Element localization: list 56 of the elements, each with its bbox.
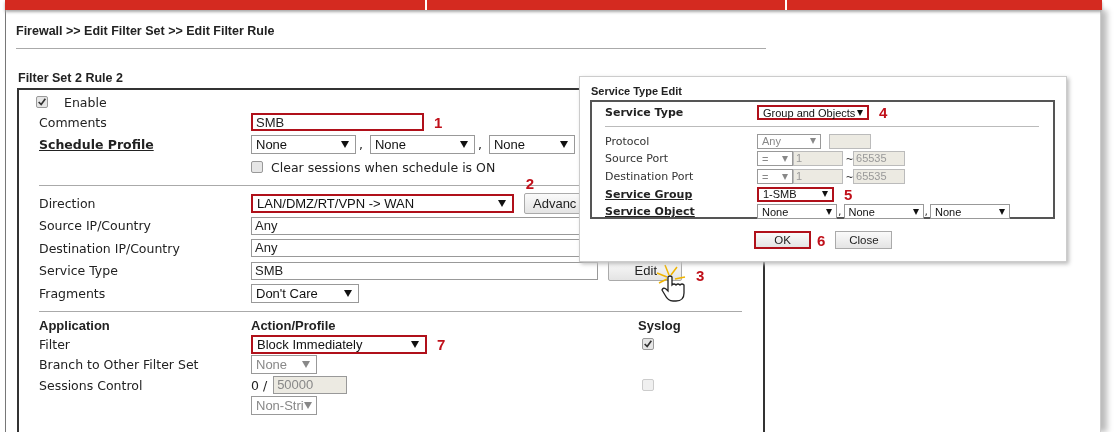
field-label: Protocol (605, 134, 650, 148)
dropdown[interactable]: Don't Care (251, 283, 359, 303)
separator: , (924, 205, 928, 219)
range-separator: ~ (846, 152, 853, 166)
column-header: Action/Profile (251, 318, 337, 334)
dialog-button[interactable]: OK (754, 231, 811, 249)
field-label: Direction (39, 195, 96, 211)
separator: , (478, 137, 482, 153)
field-label: Source Port (605, 152, 669, 166)
separator: , (838, 205, 842, 219)
field-label: Source IP/Country (39, 218, 151, 234)
section-title: Filter Set 2 Rule 2 (18, 71, 124, 85)
column-header: Application (39, 318, 111, 334)
field-label: Service Type (605, 106, 684, 120)
dropdown[interactable]: None (757, 204, 837, 220)
callout-number: 3 (696, 267, 705, 285)
callout-number: 4 (879, 104, 888, 122)
dialog-button[interactable]: Close (835, 231, 893, 249)
input-field[interactable]: SMB (251, 113, 424, 132)
field-label: Sessions Control (39, 377, 143, 393)
callout-number: 1 (434, 113, 443, 131)
separator: , (359, 137, 363, 153)
callout-number: 6 (817, 231, 826, 249)
field-label: Service Type (39, 263, 118, 279)
schedule-link[interactable]: Schedule Profile (39, 137, 154, 153)
field-label: Filter (39, 336, 70, 352)
column-header: Syslog (638, 318, 682, 334)
field-label: Branch to Other Filter Set (39, 357, 199, 372)
callout-number: 2 (525, 174, 534, 192)
dropdown[interactable]: = (757, 151, 793, 167)
field-label: Comments (39, 114, 107, 130)
dropdown[interactable]: None (370, 135, 475, 155)
callout-number: 5 (844, 185, 853, 203)
range-separator: ~ (846, 169, 853, 184)
dropdown[interactable]: Group and Objects (757, 105, 869, 121)
dropdown[interactable]: 1-SMB (757, 186, 834, 202)
session-count: 0 / (251, 377, 268, 393)
dropdown[interactable]: = (757, 169, 793, 185)
breadcrumb: Firewall >> Edit Filter Set >> Edit Filter Rule (16, 23, 276, 38)
dropdown[interactable]: None (488, 135, 575, 155)
dialog-title: Service Type Edit (591, 85, 683, 97)
callout-number: 7 (437, 335, 446, 353)
checkbox-label: Enable (64, 94, 107, 110)
field-label: Destination Port (605, 170, 694, 184)
dropdown[interactable]: None (930, 204, 1010, 220)
link[interactable]: Service Group (605, 187, 693, 201)
link[interactable]: Service Object (605, 205, 695, 219)
dropdown[interactable]: None (251, 135, 356, 155)
field-label: Fragments (39, 285, 106, 301)
checkbox-label: Clear sessions when schedule is ON (271, 160, 496, 175)
dropdown[interactable]: None (843, 204, 924, 220)
input-field[interactable]: SMB (251, 261, 598, 280)
dropdown[interactable]: LAN/DMZ/RT/VPN -> WAN (251, 193, 514, 213)
dropdown[interactable]: Block Immediately (251, 334, 427, 354)
dropdown[interactable]: Any (757, 133, 821, 149)
field-label: Destination IP/Country (39, 240, 180, 256)
